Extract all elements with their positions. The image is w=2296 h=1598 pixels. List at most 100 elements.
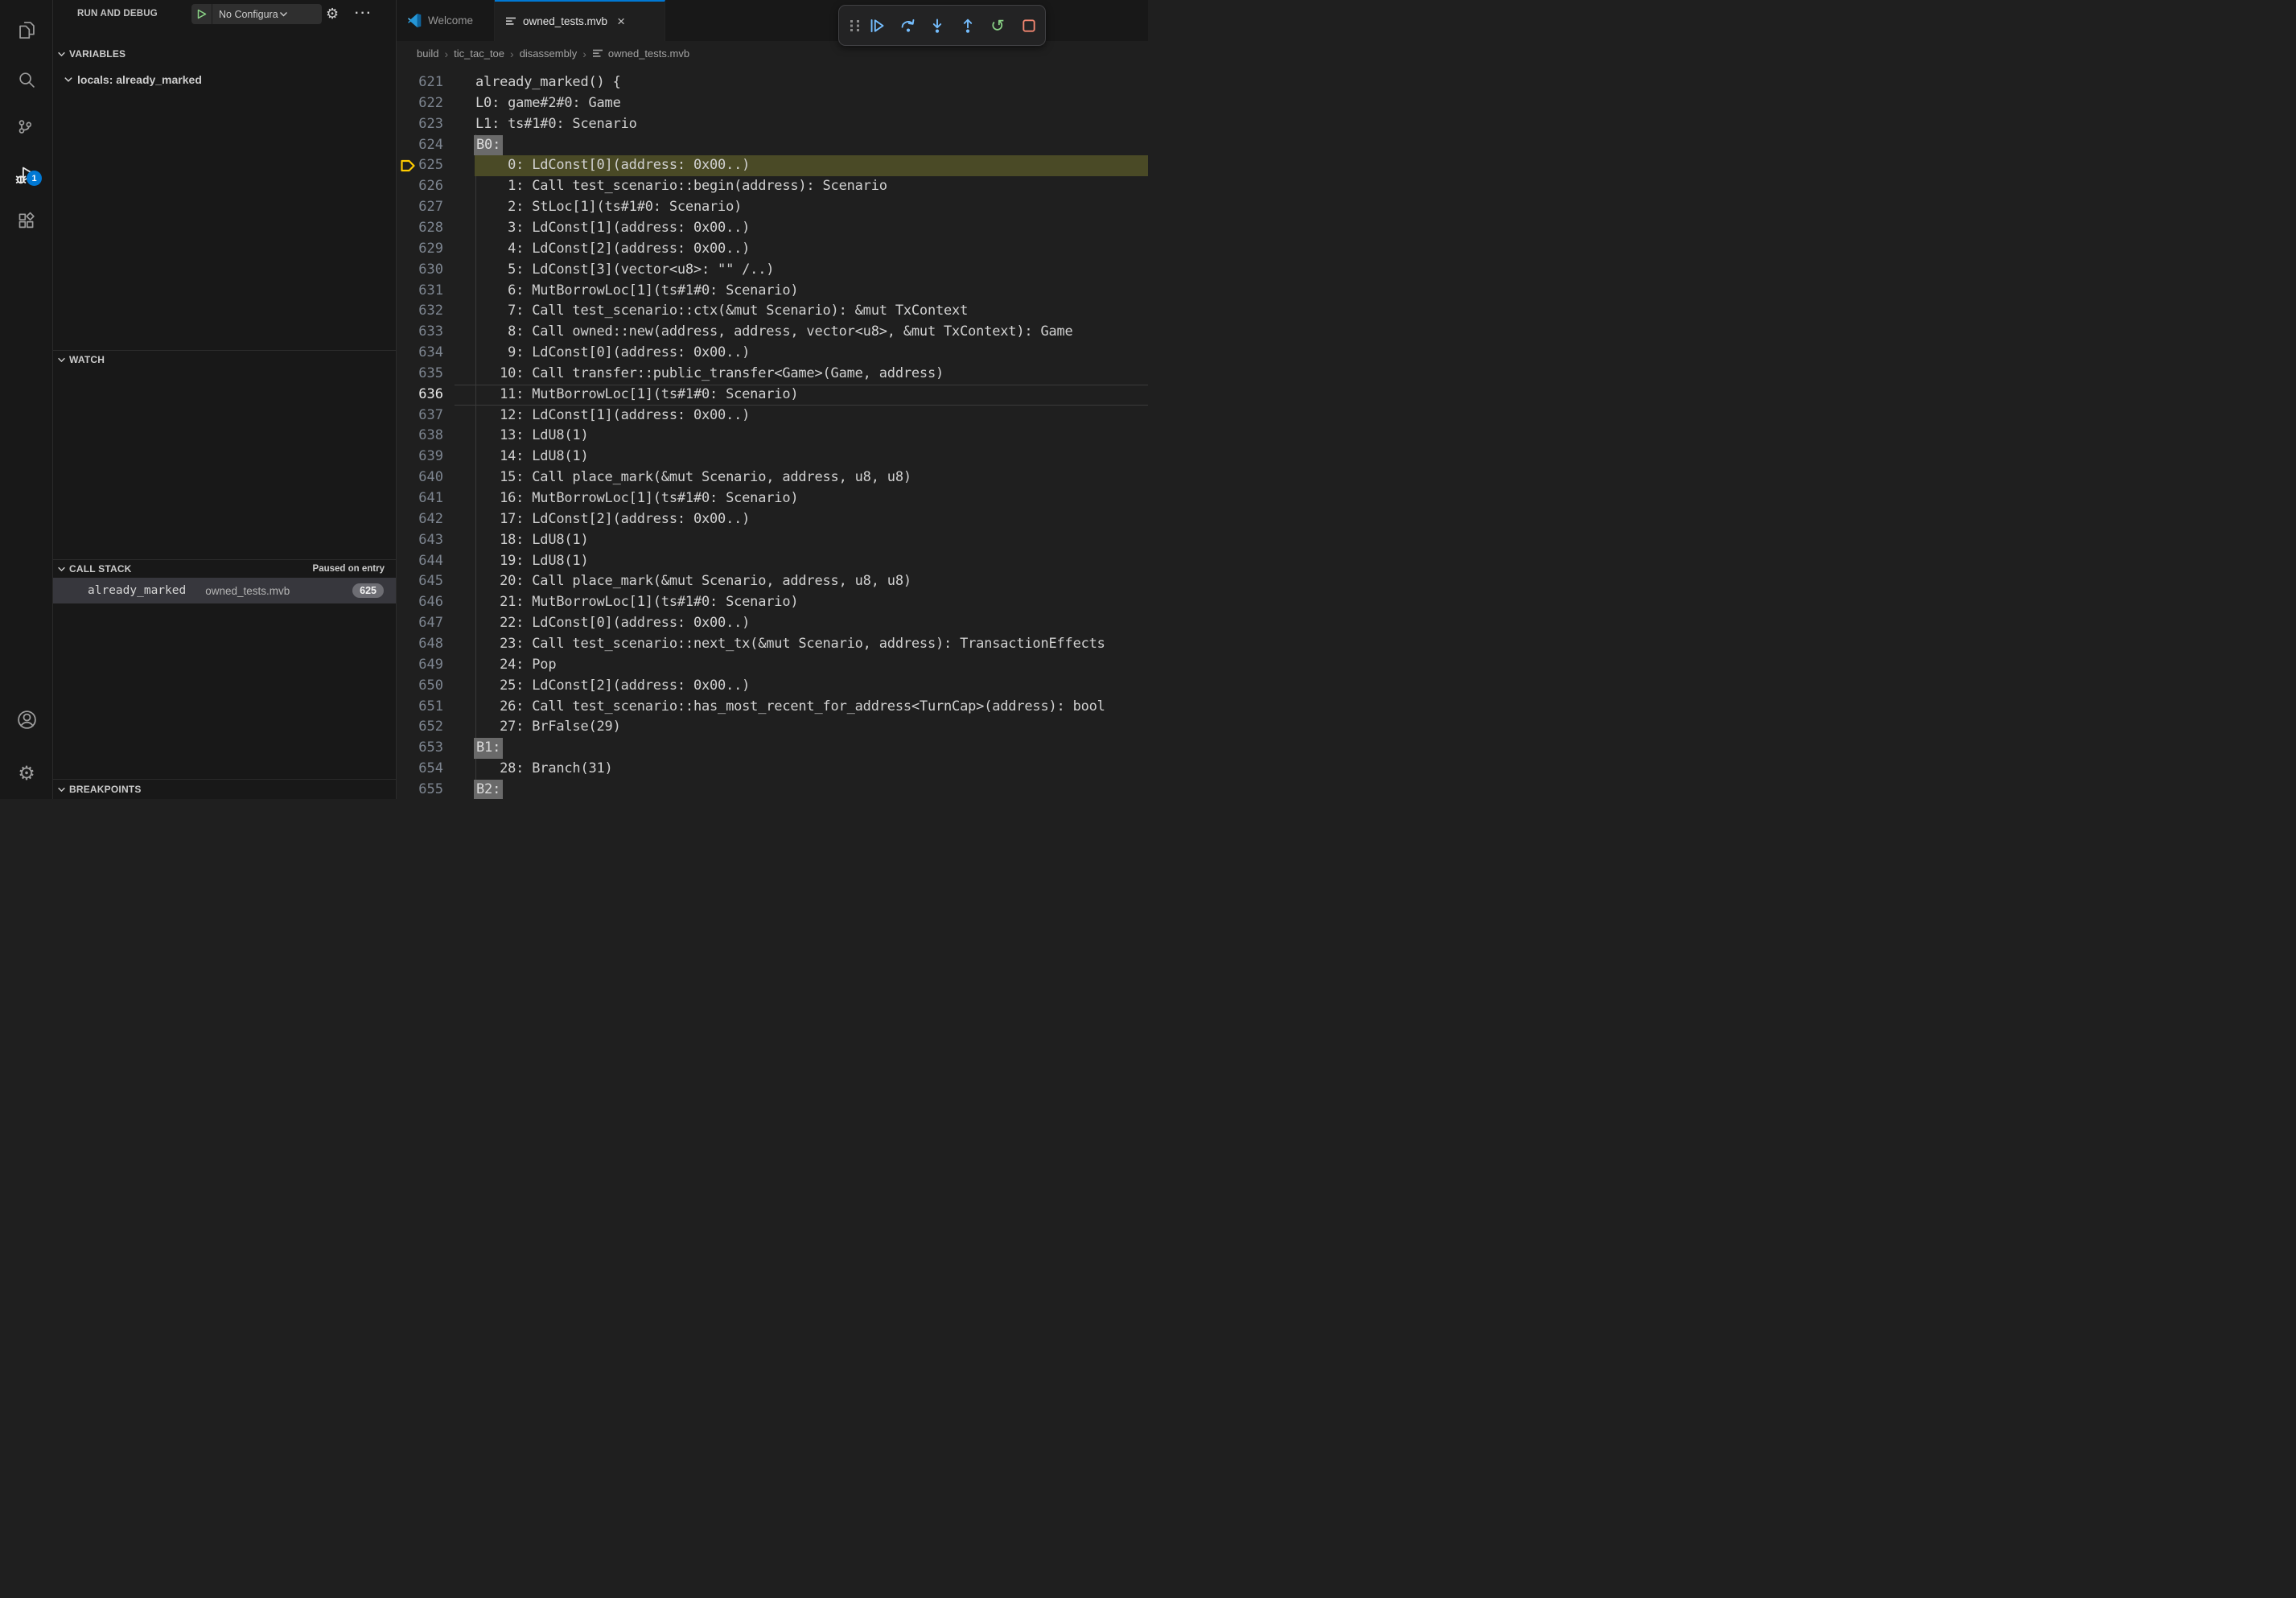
step-over-button[interactable] <box>899 16 918 35</box>
code-line-630[interactable]: 630 5: LdConst[3](vector<u8>: "" /..) <box>397 260 1148 281</box>
code-line-642[interactable]: 642 17: LdConst[2](address: 0x00..) <box>397 509 1148 530</box>
account-icon[interactable] <box>14 706 39 732</box>
line-number[interactable]: 641 <box>397 488 443 509</box>
code-line-640[interactable]: 640 15: Call place_mark(&mut Scenario, a… <box>397 467 1148 488</box>
code-line-624[interactable]: 624B0: <box>397 135 1148 156</box>
line-number[interactable]: 654 <box>397 759 443 780</box>
line-number[interactable]: 652 <box>397 717 443 738</box>
call-stack-section-header[interactable]: CALL STACK Paused on entry <box>53 560 396 578</box>
breadcrumb-item[interactable]: build <box>417 47 438 60</box>
code-line-628[interactable]: 628 3: LdConst[1](address: 0x00..) <box>397 218 1148 239</box>
variables-locals-scope[interactable]: locals: already_marked <box>53 71 396 89</box>
code-line-633[interactable]: 633 8: Call owned::new(address, address,… <box>397 322 1148 343</box>
restart-button[interactable]: ↺ <box>988 16 1007 35</box>
line-number[interactable]: 621 <box>397 72 443 93</box>
continue-button[interactable] <box>867 16 887 35</box>
line-number[interactable]: 633 <box>397 322 443 343</box>
toolbar-drag-gripper[interactable] <box>846 16 865 35</box>
code-line-636[interactable]: 636 11: MutBorrowLoc[1](ts#1#0: Scenario… <box>397 385 1148 406</box>
code-line-653[interactable]: 653B1: <box>397 738 1148 759</box>
line-number[interactable]: 624 <box>397 135 443 156</box>
breadcrumb-item[interactable]: disassembly <box>520 47 578 60</box>
line-number[interactable]: 628 <box>397 218 443 239</box>
line-number[interactable]: 626 <box>397 176 443 197</box>
code-line-652[interactable]: 652 27: BrFalse(29) <box>397 717 1148 738</box>
line-number[interactable]: 622 <box>397 93 443 114</box>
line-number[interactable]: 646 <box>397 592 443 613</box>
settings-gear-icon[interactable]: ⚙ <box>14 761 39 787</box>
close-icon[interactable]: × <box>617 14 625 28</box>
stop-button[interactable] <box>1019 16 1039 35</box>
code-line-645[interactable]: 645 20: Call place_mark(&mut Scenario, a… <box>397 571 1148 592</box>
line-number[interactable]: 645 <box>397 571 443 592</box>
explorer-icon[interactable] <box>14 17 39 43</box>
code-line-637[interactable]: 637 12: LdConst[1](address: 0x00..) <box>397 406 1148 426</box>
breadcrumb-item[interactable]: owned_tests.mvb <box>608 47 689 60</box>
code-line-629[interactable]: 629 4: LdConst[2](address: 0x00..) <box>397 239 1148 260</box>
code-line-622[interactable]: 622L0: game#2#0: Game <box>397 93 1148 114</box>
source-control-icon[interactable] <box>14 116 39 142</box>
line-number[interactable]: 629 <box>397 239 443 260</box>
line-number[interactable]: 643 <box>397 530 443 551</box>
line-number[interactable]: 631 <box>397 281 443 302</box>
line-number[interactable]: 623 <box>397 114 443 135</box>
code-line-644[interactable]: 644 19: LdU8(1) <box>397 551 1148 572</box>
breadcrumb-item[interactable]: tic_tac_toe <box>454 47 504 60</box>
line-number[interactable]: 640 <box>397 467 443 488</box>
frame-function-name: already_marked <box>88 584 186 597</box>
line-number[interactable]: 632 <box>397 301 443 322</box>
line-number[interactable]: 642 <box>397 509 443 530</box>
code-line-631[interactable]: 631 6: MutBorrowLoc[1](ts#1#0: Scenario) <box>397 281 1148 302</box>
code-line-641[interactable]: 641 16: MutBorrowLoc[1](ts#1#0: Scenario… <box>397 488 1148 509</box>
line-number[interactable]: 653 <box>397 738 443 759</box>
call-stack-frame[interactable]: already_marked owned_tests.mvb 625 <box>53 578 396 603</box>
search-icon[interactable] <box>14 67 39 93</box>
line-number[interactable]: 651 <box>397 697 443 718</box>
code-line-651[interactable]: 651 26: Call test_scenario::has_most_rec… <box>397 697 1148 718</box>
code-line-623[interactable]: 623L1: ts#1#0: Scenario <box>397 114 1148 135</box>
line-number[interactable]: 627 <box>397 197 443 218</box>
line-text: 5: LdConst[3](vector<u8>: "" /..) <box>475 260 774 281</box>
line-number[interactable]: 637 <box>397 406 443 426</box>
line-number[interactable]: 636 <box>397 385 443 406</box>
line-number[interactable]: 630 <box>397 260 443 281</box>
code-line-655[interactable]: 655B2: <box>397 780 1148 799</box>
step-out-button[interactable] <box>958 16 977 35</box>
line-number[interactable]: 638 <box>397 426 443 447</box>
line-number[interactable]: 655 <box>397 780 443 799</box>
code-line-632[interactable]: 632 7: Call test_scenario::ctx(&mut Scen… <box>397 301 1148 322</box>
code-line-625[interactable]: 625 0: LdConst[0](address: 0x00..) <box>397 155 1148 176</box>
debug-settings-gear-icon[interactable]: ⚙ <box>326 3 339 24</box>
line-number[interactable]: 649 <box>397 655 443 676</box>
tab-owned-tests[interactable]: owned_tests.mvb × <box>495 0 665 41</box>
line-number[interactable]: 634 <box>397 343 443 364</box>
code-line-654[interactable]: 654 28: Branch(31) <box>397 759 1148 780</box>
code-line-648[interactable]: 648 23: Call test_scenario::next_tx(&mut… <box>397 634 1148 655</box>
line-number[interactable]: 644 <box>397 551 443 572</box>
code-line-639[interactable]: 639 14: LdU8(1) <box>397 447 1148 467</box>
line-number[interactable]: 648 <box>397 634 443 655</box>
code-line-650[interactable]: 650 25: LdConst[2](address: 0x00..) <box>397 676 1148 697</box>
code-line-626[interactable]: 626 1: Call test_scenario::begin(address… <box>397 176 1148 197</box>
code-line-621[interactable]: 621already_marked() { <box>397 72 1148 93</box>
breakpoints-section-header[interactable]: BREAKPOINTS <box>53 780 396 798</box>
code-line-635[interactable]: 635 10: Call transfer::public_transfer<G… <box>397 364 1148 385</box>
code-line-638[interactable]: 638 13: LdU8(1) <box>397 426 1148 447</box>
line-number[interactable]: 647 <box>397 613 443 634</box>
line-number[interactable]: 635 <box>397 364 443 385</box>
line-number[interactable]: 639 <box>397 447 443 467</box>
watch-section-header[interactable]: WATCH <box>53 351 396 369</box>
code-line-627[interactable]: 627 2: StLoc[1](ts#1#0: Scenario) <box>397 197 1148 218</box>
extensions-icon[interactable] <box>14 208 39 233</box>
debug-config-dropdown[interactable]: No Configura <box>191 4 322 24</box>
more-actions-icon[interactable]: ··· <box>355 0 372 27</box>
step-into-button[interactable] <box>928 16 947 35</box>
code-line-647[interactable]: 647 22: LdConst[0](address: 0x00..) <box>397 613 1148 634</box>
code-line-634[interactable]: 634 9: LdConst[0](address: 0x00..) <box>397 343 1148 364</box>
line-number[interactable]: 650 <box>397 676 443 697</box>
code-line-649[interactable]: 649 24: Pop <box>397 655 1148 676</box>
tab-welcome[interactable]: Welcome <box>397 0 495 41</box>
variables-section-header[interactable]: VARIABLES <box>53 45 396 63</box>
code-line-643[interactable]: 643 18: LdU8(1) <box>397 530 1148 551</box>
code-line-646[interactable]: 646 21: MutBorrowLoc[1](ts#1#0: Scenario… <box>397 592 1148 613</box>
